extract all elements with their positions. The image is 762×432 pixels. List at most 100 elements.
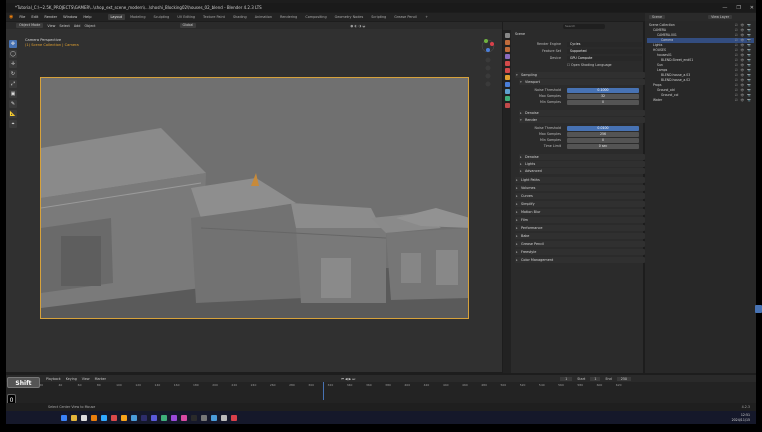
visibility-toggle-icon[interactable]: ☑ 👁 📷 bbox=[735, 23, 752, 28]
curves-section[interactable]: Curves bbox=[515, 193, 645, 199]
render-tab-icon[interactable] bbox=[504, 40, 510, 45]
visibility-toggle-icon[interactable]: ☑ 👁 📷 bbox=[735, 98, 752, 103]
motion-blur-section[interactable]: Motion Blur bbox=[515, 209, 645, 215]
close-button[interactable]: ✕ bbox=[750, 5, 754, 11]
menu-window[interactable]: Window bbox=[63, 15, 77, 19]
simplify-section[interactable]: Simplify bbox=[515, 201, 645, 207]
visibility-toggle-icon[interactable]: ☑ 👁 📷 bbox=[735, 78, 752, 83]
view-menu[interactable]: View bbox=[47, 24, 55, 28]
visibility-toggle-icon[interactable]: ☑ 👁 📷 bbox=[735, 48, 752, 53]
vp-denoise-subsection[interactable]: Denoise bbox=[519, 110, 645, 116]
tab-animation[interactable]: Animation bbox=[252, 14, 275, 20]
app-icon[interactable] bbox=[111, 414, 117, 421]
visibility-toggle-icon[interactable]: ☑ 👁 📷 bbox=[735, 88, 752, 93]
r-min-samples-field[interactable]: 0 bbox=[567, 138, 639, 143]
material-tab-icon[interactable] bbox=[504, 103, 510, 108]
view-layer-selector[interactable]: View Layer bbox=[708, 15, 733, 19]
visibility-toggle-icon[interactable]: ☑ 👁 📷 bbox=[735, 68, 752, 73]
playback-controls[interactable]: ⏮ ◀ ▶ ⏭ bbox=[341, 377, 355, 381]
vp-min-samples-field[interactable]: 0 bbox=[567, 100, 639, 105]
measure-tool-icon[interactable]: 📐 bbox=[9, 110, 17, 118]
add-cube-tool-icon[interactable]: ⌖ bbox=[9, 120, 17, 128]
performance-section[interactable]: Performance bbox=[515, 225, 645, 231]
denoise-subsection[interactable]: Denoise bbox=[519, 154, 645, 160]
outliner-row[interactable]: HOUSES ☑ 👁 📷 bbox=[647, 48, 754, 53]
blender-logo-icon[interactable]: ◉ bbox=[9, 14, 13, 20]
object-menu[interactable]: Object bbox=[84, 24, 95, 28]
world-tab-icon[interactable] bbox=[504, 68, 510, 73]
menu-edit[interactable]: Edit bbox=[31, 15, 38, 19]
app-icon[interactable] bbox=[231, 414, 237, 421]
outliner-row[interactable]: houses01 ☑ 👁 📷 bbox=[647, 53, 754, 58]
minimize-button[interactable]: — bbox=[722, 5, 727, 11]
tab-texture-paint[interactable]: Texture Paint bbox=[200, 14, 228, 20]
current-frame-field[interactable]: 1 bbox=[560, 376, 573, 381]
menu-file[interactable]: File bbox=[19, 15, 25, 19]
start-icon[interactable] bbox=[61, 414, 67, 421]
tab-modeling[interactable]: Modeling bbox=[127, 14, 148, 20]
maximize-button[interactable]: ❐ bbox=[736, 5, 740, 11]
visibility-toggle-icon[interactable]: ☑ 👁 📷 bbox=[735, 73, 752, 78]
outliner-row[interactable]: Water ☑ 👁 📷 bbox=[647, 98, 754, 103]
app-icon[interactable] bbox=[121, 414, 127, 421]
render-engine-dropdown[interactable]: Cycles bbox=[567, 42, 642, 47]
app-icon[interactable] bbox=[131, 414, 137, 421]
add-menu[interactable]: Add bbox=[74, 24, 81, 28]
grease-pencil-section[interactable]: Grease Pencil bbox=[515, 241, 645, 247]
marker-menu[interactable]: Marker bbox=[95, 377, 106, 381]
vp-noise-threshold-field[interactable]: 0.1000 bbox=[567, 88, 639, 93]
annotate-tool-icon[interactable]: ✎ bbox=[9, 100, 17, 108]
vp-max-samples-field[interactable]: 32 bbox=[567, 94, 639, 99]
tab-compositing[interactable]: Compositing bbox=[302, 14, 329, 20]
tab-layout[interactable]: Layout bbox=[107, 14, 126, 20]
blender-taskbar-icon[interactable] bbox=[91, 414, 97, 421]
r-time-limit-field[interactable]: 0 sec bbox=[567, 144, 639, 149]
light-paths-section[interactable]: Light Paths bbox=[515, 177, 645, 183]
visibility-toggle-icon[interactable]: ☑ 👁 📷 bbox=[735, 63, 752, 68]
color-management-section[interactable]: Color Management bbox=[515, 257, 645, 263]
scene-selector[interactable]: Scene bbox=[649, 15, 666, 19]
scale-tool-icon[interactable]: ⤢ bbox=[9, 80, 17, 88]
viewport-subsection[interactable]: Viewport bbox=[519, 79, 645, 85]
clock[interactable]: 12:51 2024/11/15 bbox=[732, 413, 750, 422]
end-frame-field[interactable]: 250 bbox=[616, 376, 632, 381]
app-icon[interactable] bbox=[201, 414, 207, 421]
feature-set-dropdown[interactable]: Supported bbox=[567, 49, 642, 54]
app-icon[interactable] bbox=[171, 414, 177, 421]
app-icon[interactable] bbox=[161, 414, 167, 421]
tab-rendering[interactable]: Rendering bbox=[277, 14, 300, 20]
data-tab-icon[interactable] bbox=[504, 96, 510, 101]
tab-sculpting[interactable]: Sculpting bbox=[151, 14, 173, 20]
visibility-toggle-icon[interactable]: ☑ 👁 📷 bbox=[735, 58, 752, 63]
tab-geometry-nodes[interactable]: Geometry Nodes bbox=[332, 14, 367, 20]
r-max-samples-field[interactable]: 256 bbox=[567, 132, 639, 137]
osl-checkbox[interactable]: ☐ Open Shading Language bbox=[567, 63, 612, 68]
app-icon[interactable] bbox=[181, 414, 187, 421]
view-menu[interactable]: View bbox=[82, 377, 90, 381]
outliner-row[interactable]: Lamps ☑ 👁 📷 bbox=[647, 68, 754, 73]
app-icon[interactable] bbox=[191, 414, 197, 421]
outliner-row[interactable]: Sun ☑ 👁 📷 bbox=[647, 63, 754, 68]
r-noise-threshold-field[interactable]: 0.0100 bbox=[567, 126, 639, 131]
playback-menu[interactable]: Playback bbox=[46, 377, 61, 381]
outliner-row[interactable]: Props ☑ 👁 📷 bbox=[647, 83, 754, 88]
navigation-gizmo[interactable] bbox=[478, 38, 498, 94]
cursor-tool-icon[interactable]: ◯ bbox=[9, 50, 17, 58]
outliner-row[interactable]: Ground_col ☑ 👁 📷 bbox=[647, 93, 754, 98]
photoshop-icon[interactable] bbox=[101, 414, 107, 421]
select-menu[interactable]: Select bbox=[59, 24, 69, 28]
playhead[interactable] bbox=[323, 382, 324, 400]
physics-tab-icon[interactable] bbox=[504, 89, 510, 94]
transform-tool-icon[interactable]: ▣ bbox=[9, 90, 17, 98]
outliner-row[interactable]: Ground_old ☑ 👁 📷 bbox=[647, 88, 754, 93]
properties-search-input[interactable]: Search bbox=[563, 23, 605, 29]
frame-ruler[interactable]: 0204060801001201401601802002202402602803… bbox=[20, 383, 640, 389]
app-icon[interactable] bbox=[81, 414, 87, 421]
visibility-toggle-icon[interactable]: ☑ 👁 📷 bbox=[735, 43, 752, 48]
camera-frame[interactable] bbox=[40, 77, 469, 319]
visibility-toggle-icon[interactable]: ☑ 👁 📷 bbox=[735, 93, 752, 98]
start-frame-field[interactable]: 1 bbox=[590, 376, 601, 381]
app-icon[interactable] bbox=[151, 414, 157, 421]
keying-menu[interactable]: Keying bbox=[66, 377, 77, 381]
tab-shading[interactable]: Shading bbox=[230, 14, 250, 20]
